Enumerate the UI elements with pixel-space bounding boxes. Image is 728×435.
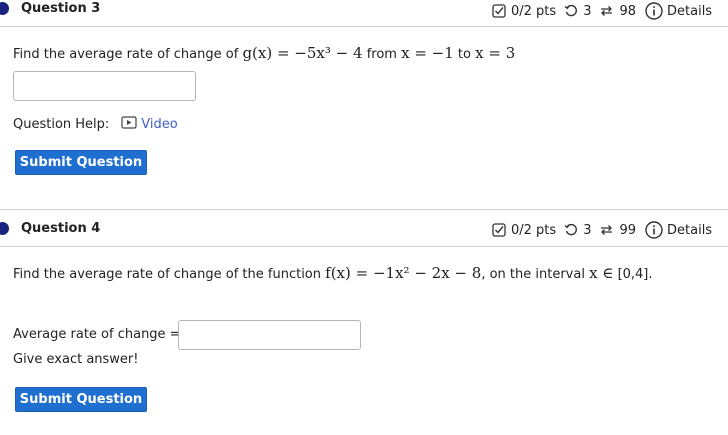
question-status-dot <box>0 222 9 235</box>
question-4-prompt: Find the average rate of change of the f… <box>13 264 653 282</box>
submit-question-button[interactable]: Submit Question <box>15 150 147 175</box>
video-icon[interactable] <box>121 116 137 133</box>
info-icon[interactable] <box>645 221 663 239</box>
question-title: Question 4 <box>21 221 101 236</box>
question-title: Question 3 <box>21 1 101 16</box>
divider <box>0 209 728 210</box>
to-value: x = 3 <box>475 44 516 62</box>
question-3-prompt: Find the average rate of change of g(x) … <box>13 44 515 62</box>
attempts-count: 3 <box>583 222 592 238</box>
attempts-icon <box>564 4 578 18</box>
answer-label: Average rate of change = <box>13 327 181 342</box>
prompt-text: Find the average rate of change of <box>13 47 239 62</box>
video-link[interactable]: Video <box>141 117 177 132</box>
interval-value: [0,4]. <box>617 267 653 282</box>
interval-expression: x ∈ <box>589 264 614 282</box>
score-checkbox-icon <box>492 4 506 18</box>
score-text: 0/2 pts <box>511 222 557 238</box>
versions-icon <box>599 223 614 237</box>
info-icon[interactable] <box>645 2 663 20</box>
help-label: Question Help: <box>13 117 110 132</box>
interval-text: , on the interval <box>481 267 585 282</box>
details-link[interactable]: Details <box>667 4 712 19</box>
question-4-meta: 0/2 pts 3 99 Details <box>492 221 712 239</box>
exact-answer-hint: Give exact answer! <box>13 352 139 367</box>
prompt-text: Find the average rate of change of the f… <box>13 267 321 282</box>
question-status-dot <box>0 2 9 15</box>
versions-count: 98 <box>619 3 637 19</box>
score-text: 0/2 pts <box>511 3 557 19</box>
submit-question-button[interactable]: Submit Question <box>15 387 147 412</box>
divider <box>0 246 728 247</box>
to-label: to <box>457 47 471 62</box>
from-value: x = −1 <box>401 44 454 62</box>
answer-input[interactable] <box>13 71 196 101</box>
function-expression: g(x) = −5x³ − 4 <box>242 44 363 62</box>
question-3-meta: 0/2 pts 3 98 Details <box>492 2 712 20</box>
divider <box>0 26 728 27</box>
score-checkbox-icon <box>492 223 506 237</box>
function-expression: f(x) = −1x² − 2x − 8 <box>325 264 482 282</box>
attempts-count: 3 <box>583 3 592 19</box>
attempts-icon <box>564 223 578 237</box>
versions-count: 99 <box>619 222 637 238</box>
question-help: Question Help: Video <box>13 116 178 133</box>
average-rate-input[interactable] <box>178 320 361 350</box>
from-label: from <box>366 47 397 62</box>
details-link[interactable]: Details <box>667 223 712 238</box>
versions-icon <box>599 4 614 18</box>
